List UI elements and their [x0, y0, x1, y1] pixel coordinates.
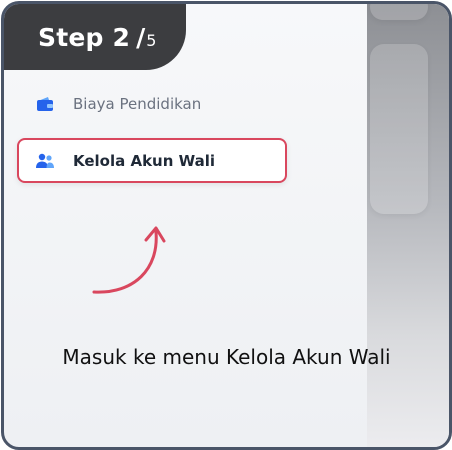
step-badge: Step 2 / 5	[4, 4, 186, 70]
step-current: Step 2	[38, 22, 131, 52]
instruction-caption: Masuk ke menu Kelola Akun Wali	[62, 345, 391, 369]
sidebar-item-kelola-akun-wali[interactable]: Kelola Akun Wali	[17, 138, 287, 183]
sidebar-item-label: Kelola Akun Wali	[73, 151, 216, 170]
step-total: 5	[146, 30, 157, 50]
step-separator: /	[136, 22, 146, 52]
pointer-arrow-icon	[92, 226, 166, 294]
sidebar-item-label: Biaya Pendidikan	[73, 94, 202, 113]
wallet-icon	[35, 94, 55, 114]
users-icon	[35, 151, 55, 171]
background-card	[370, 44, 428, 214]
sidebar-item-biaya-pendidikan[interactable]: Biaya Pendidikan	[17, 81, 287, 126]
tutorial-card: Step 2 / 5 Biaya Pendidikan Kelola Akun …	[1, 1, 452, 450]
background-card	[370, 4, 428, 20]
